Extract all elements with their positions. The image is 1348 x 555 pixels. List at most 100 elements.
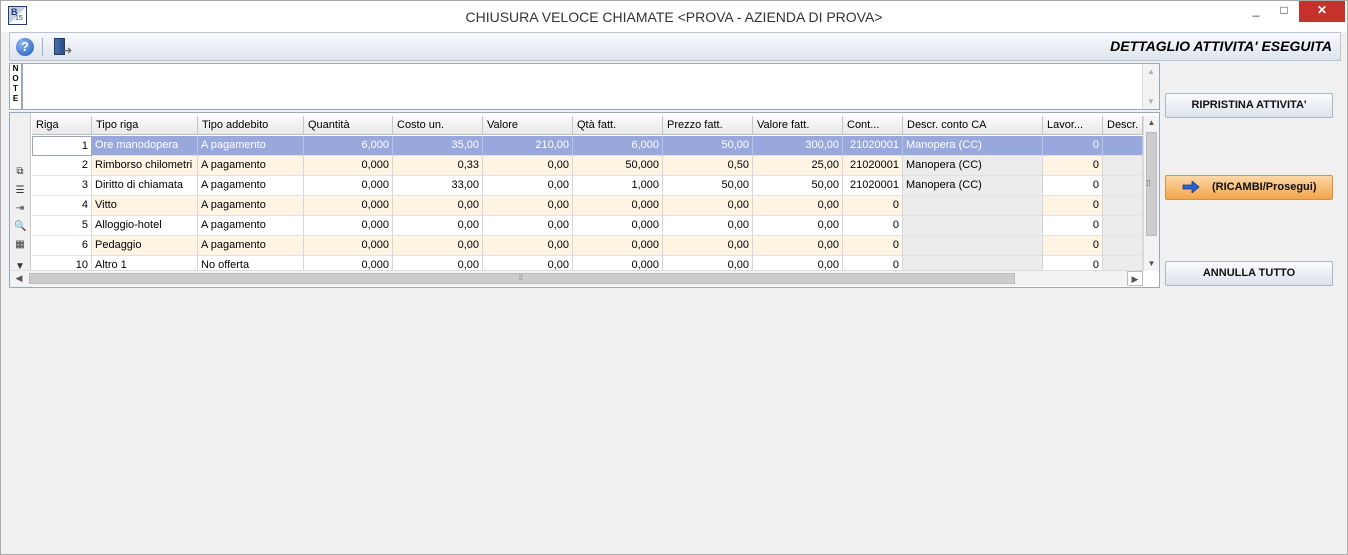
- ricambi-prosegui-button[interactable]: (RICAMBI/Prosegui): [1165, 175, 1333, 200]
- copy-rows-icon[interactable]: ⧉: [14, 166, 26, 178]
- cell-prezzo-fatt[interactable]: 0,00: [663, 216, 753, 236]
- cell-conto[interactable]: 0: [843, 236, 903, 256]
- cell-tipo-addebito[interactable]: A pagamento: [198, 136, 304, 156]
- cell-conto[interactable]: 0: [843, 196, 903, 216]
- cell-conto[interactable]: 0: [843, 216, 903, 236]
- col-header-descr-conto[interactable]: Descr. conto CA: [903, 116, 1043, 135]
- cell-conto[interactable]: 21020001: [843, 156, 903, 176]
- cell-riga[interactable]: 5: [32, 216, 92, 236]
- col-header-quantita[interactable]: Quantità: [304, 116, 393, 135]
- cell-valore-fatt[interactable]: 0,00: [753, 236, 843, 256]
- cell-qta-fatt[interactable]: 1,000: [573, 176, 663, 196]
- cell-prezzo-fatt[interactable]: 0,50: [663, 156, 753, 176]
- resize-grip-icon[interactable]: ⁞⁞: [1146, 179, 1150, 188]
- search-icon[interactable]: 🔍: [14, 221, 26, 233]
- cell-conto[interactable]: 21020001: [843, 136, 903, 156]
- cell-quantita[interactable]: 6,000: [304, 136, 393, 156]
- cell-valore[interactable]: 0,00: [483, 216, 573, 236]
- cell-riga[interactable]: 3: [32, 176, 92, 196]
- cell-qta-fatt[interactable]: 0,000: [573, 236, 663, 256]
- close-button[interactable]: ✕: [1299, 1, 1345, 22]
- cell-descr-conto[interactable]: [903, 236, 1043, 256]
- cell-riga[interactable]: 1: [32, 136, 92, 156]
- col-header-descr[interactable]: Descr.: [1103, 116, 1143, 135]
- grid-horizontal-scrollbar[interactable]: ◀ ⁞⁞ ▶: [11, 270, 1143, 286]
- col-header-riga[interactable]: Riga: [32, 116, 92, 135]
- col-header-costo-un[interactable]: Costo un.: [393, 116, 483, 135]
- cell-valore[interactable]: 0,00: [483, 196, 573, 216]
- help-icon[interactable]: ?: [16, 38, 34, 56]
- cell-prezzo-fatt[interactable]: 0,00: [663, 236, 753, 256]
- cell-quantita[interactable]: 0,000: [304, 176, 393, 196]
- cell-lavor[interactable]: 0: [1043, 196, 1103, 216]
- grid-vertical-scrollbar[interactable]: ▲ ▼: [1143, 116, 1159, 271]
- cell-lavor[interactable]: 0: [1043, 156, 1103, 176]
- cell-descr-conto[interactable]: Manopera (CC): [903, 176, 1043, 196]
- exit-door-icon[interactable]: ➜: [52, 37, 72, 57]
- cell-descr-conto[interactable]: [903, 216, 1043, 236]
- cell-tipo-riga[interactable]: Rimborso chilometri: [92, 156, 198, 176]
- col-header-valore[interactable]: Valore: [483, 116, 573, 135]
- cell-descr[interactable]: [1103, 236, 1143, 256]
- grid-scroll-up-icon[interactable]: ▲: [1144, 116, 1159, 130]
- cell-costo-un[interactable]: 35,00: [393, 136, 483, 156]
- col-header-prezzo-fatt[interactable]: Prezzo fatt.: [663, 116, 753, 135]
- col-header-qta-fatt[interactable]: Qtà fatt.: [573, 116, 663, 135]
- cell-riga[interactable]: 6: [32, 236, 92, 256]
- cell-qta-fatt[interactable]: 6,000: [573, 136, 663, 156]
- cell-conto[interactable]: 21020001: [843, 176, 903, 196]
- cell-tipo-addebito[interactable]: A pagamento: [198, 236, 304, 256]
- cell-tipo-addebito[interactable]: A pagamento: [198, 196, 304, 216]
- cell-quantita[interactable]: 0,000: [304, 156, 393, 176]
- cell-descr-conto[interactable]: Manopera (CC): [903, 136, 1043, 156]
- list-icon[interactable]: ☰: [14, 185, 26, 197]
- cell-lavor[interactable]: 0: [1043, 176, 1103, 196]
- note-textarea[interactable]: ▲ ▼: [22, 63, 1160, 110]
- cell-costo-un[interactable]: 0,33: [393, 156, 483, 176]
- col-header-conto[interactable]: Cont...: [843, 116, 903, 135]
- cell-valore-fatt[interactable]: 0,00: [753, 216, 843, 236]
- cell-tipo-addebito[interactable]: A pagamento: [198, 216, 304, 236]
- grid-view-icon[interactable]: ▦: [14, 239, 26, 251]
- cell-descr-conto[interactable]: [903, 196, 1043, 216]
- cell-valore[interactable]: 0,00: [483, 176, 573, 196]
- cell-costo-un[interactable]: 33,00: [393, 176, 483, 196]
- cell-valore[interactable]: 0,00: [483, 156, 573, 176]
- col-header-tipo-riga[interactable]: Tipo riga: [92, 116, 198, 135]
- cell-prezzo-fatt[interactable]: 0,00: [663, 196, 753, 216]
- cell-descr[interactable]: [1103, 176, 1143, 196]
- cell-valore-fatt[interactable]: 25,00: [753, 156, 843, 176]
- cell-descr[interactable]: [1103, 196, 1143, 216]
- maximize-button[interactable]: □: [1270, 1, 1298, 22]
- col-header-valore-fatt[interactable]: Valore fatt.: [753, 116, 843, 135]
- cell-descr[interactable]: [1103, 156, 1143, 176]
- cell-tipo-riga[interactable]: Alloggio-hotel: [92, 216, 198, 236]
- grid-scroll-right-icon[interactable]: ▶: [1127, 271, 1143, 286]
- cell-lavor[interactable]: 0: [1043, 236, 1103, 256]
- cell-tipo-addebito[interactable]: A pagamento: [198, 176, 304, 196]
- ripristina-attivita-button[interactable]: RIPRISTINA ATTIVITA': [1165, 93, 1333, 118]
- col-header-lavor[interactable]: Lavor...: [1043, 116, 1103, 135]
- cell-qta-fatt[interactable]: 0,000: [573, 196, 663, 216]
- cell-valore[interactable]: 210,00: [483, 136, 573, 156]
- cell-descr[interactable]: [1103, 216, 1143, 236]
- insert-row-icon[interactable]: ⇥: [14, 203, 26, 215]
- annulla-tutto-button[interactable]: ANNULLA TUTTO: [1165, 261, 1333, 286]
- col-header-tipo-addebito[interactable]: Tipo addebito: [198, 116, 304, 135]
- note-scroll-up-icon[interactable]: ▲: [1143, 64, 1159, 79]
- cell-valore[interactable]: 0,00: [483, 236, 573, 256]
- cell-descr-conto[interactable]: Manopera (CC): [903, 156, 1043, 176]
- cell-valore-fatt[interactable]: 300,00: [753, 136, 843, 156]
- cell-costo-un[interactable]: 0,00: [393, 196, 483, 216]
- cell-prezzo-fatt[interactable]: 50,00: [663, 136, 753, 156]
- cell-costo-un[interactable]: 0,00: [393, 236, 483, 256]
- grid-scroll-left-icon[interactable]: ◀: [11, 271, 27, 286]
- cell-valore-fatt[interactable]: 50,00: [753, 176, 843, 196]
- cell-riga[interactable]: 2: [32, 156, 92, 176]
- cell-valore-fatt[interactable]: 0,00: [753, 196, 843, 216]
- cell-tipo-riga[interactable]: Pedaggio: [92, 236, 198, 256]
- cell-tipo-riga[interactable]: Vitto: [92, 196, 198, 216]
- cell-lavor[interactable]: 0: [1043, 216, 1103, 236]
- cell-descr[interactable]: [1103, 136, 1143, 156]
- minimize-button[interactable]: _: [1242, 1, 1270, 22]
